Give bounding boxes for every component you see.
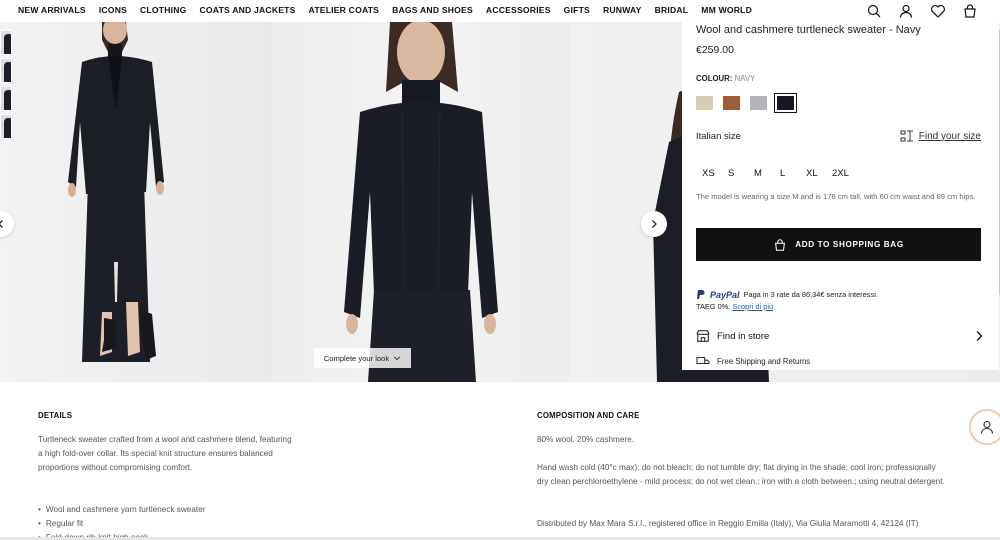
distributor-info: Distributed by Max Mara S.r.l., register…: [537, 519, 919, 528]
complete-look-label: Complete your look: [323, 353, 390, 363]
care-instructions: Hand wash cold (40°c max); do not bleach…: [537, 463, 945, 486]
paypal-logo-icon: [697, 290, 705, 299]
swatch-navy[interactable]: [774, 93, 797, 113]
chevron-right-icon: [976, 331, 983, 341]
nav-gifts[interactable]: GIFTS: [564, 5, 590, 15]
nav-mm-world[interactable]: MM WORLD: [701, 5, 752, 15]
size-label: Italian size: [696, 131, 741, 142]
thumbnail-1[interactable]: [0, 30, 12, 55]
find-in-store-row[interactable]: Find in store: [696, 326, 984, 346]
size-option-2xl[interactable]: 2XL: [832, 168, 858, 179]
shopping-bag-icon: [775, 238, 786, 251]
paypal-text: Paga in 3 rate da 86,34€ senza interessi…: [743, 290, 878, 299]
colour-value: NAVY: [734, 74, 756, 83]
add-to-bag-button[interactable]: ADD TO SHOPPING BAG: [696, 228, 981, 261]
colour-label-row: COLOUR: NAVY: [696, 74, 755, 83]
wishlist-heart-icon[interactable]: [930, 3, 946, 19]
model-in-turtleneck-image: [344, 22, 498, 382]
free-shipping-row[interactable]: Free Shipping and Returns: [696, 355, 810, 367]
chevron-right-icon: [652, 220, 657, 228]
nav-coats-and-jackets[interactable]: COATS AND JACKETS: [200, 5, 296, 15]
add-to-bag-label: ADD TO SHOPPING BAG: [795, 240, 904, 249]
nav-new-arrivals[interactable]: NEW ARRIVALS: [18, 5, 86, 15]
paypal-logo: PayPal: [710, 289, 740, 300]
virtual-assistant-button[interactable]: [969, 409, 1000, 445]
size-option-xs[interactable]: XS: [702, 168, 728, 179]
account-icon[interactable]: [898, 3, 914, 19]
model-in-blazer-image: [68, 22, 164, 362]
nav-icons[interactable]: ICONS: [99, 5, 127, 15]
thumbnail-2[interactable]: [0, 58, 12, 83]
swatch-beige[interactable]: [696, 96, 713, 110]
size-option-m[interactable]: M: [754, 168, 780, 179]
product-details-section: DETAILS Turtleneck sweater crafted from …: [0, 382, 1000, 540]
find-in-store-label: Find in store: [717, 330, 770, 342]
chevron-down-icon: [394, 356, 401, 361]
composition-title: COMPOSITION AND CARE: [537, 411, 640, 420]
free-shipping-label: Free Shipping and Returns: [717, 356, 811, 366]
thumbnail-strip: [0, 30, 14, 142]
search-icon[interactable]: [866, 3, 882, 19]
product-price: €259.00: [696, 44, 734, 56]
paypal-installments: PayPal Paga in 3 rate da 86,34€ senza in…: [696, 289, 878, 300]
complete-your-look-button[interactable]: Complete your look: [314, 348, 411, 368]
swatch-camel[interactable]: [723, 96, 740, 110]
assistant-person-icon: [980, 420, 994, 434]
main-menu: NEW ARRIVALS ICONS CLOTHING COATS AND JA…: [18, 5, 752, 15]
find-your-size-link[interactable]: Find your size: [899, 129, 981, 143]
thumbnail-3[interactable]: [0, 86, 12, 111]
delivery-truck-icon: [696, 357, 710, 365]
store-icon: [696, 330, 710, 342]
header-actions: [866, 3, 978, 19]
nav-bags-and-shoes[interactable]: BAGS AND SHOES: [392, 5, 473, 15]
gallery-next-arrow[interactable]: [641, 211, 667, 237]
chevron-left-icon: [0, 220, 3, 228]
product-title: Wool and cashmere turtleneck sweater - N…: [696, 24, 921, 36]
nav-atelier-coats[interactable]: ATELIER COATS: [309, 5, 380, 15]
size-option-s[interactable]: S: [728, 168, 754, 179]
taeg-text: TAEG 0%.: [696, 302, 731, 311]
nav-clothing[interactable]: CLOTHING: [140, 5, 186, 15]
size-option-l[interactable]: L: [780, 168, 806, 179]
composition-material: 80% wool, 20% cashmere.: [537, 435, 634, 444]
shopping-bag-icon[interactable]: [962, 3, 978, 19]
size-guide-icon: [900, 130, 913, 142]
find-your-size-label: Find your size: [918, 130, 981, 142]
size-selector: XS S M L XL 2XL: [702, 168, 858, 179]
product-info-panel: Wool and cashmere turtleneck sweater - N…: [682, 22, 999, 370]
nav-accessories[interactable]: ACCESSORIES: [486, 5, 551, 15]
colour-label: COLOUR:: [696, 74, 733, 83]
product-image-sweater: [272, 22, 569, 382]
details-text: Turtleneck sweater crafted from a wool a…: [38, 435, 292, 472]
details-bullet: Regular fit: [38, 517, 205, 531]
nav-bridal[interactable]: BRIDAL: [655, 5, 689, 15]
taeg-row: TAEG 0%. Scopri di più: [696, 302, 773, 311]
nav-runway[interactable]: RUNWAY: [603, 5, 642, 15]
thumbnail-4[interactable]: [0, 114, 12, 139]
details-bullet: Wool and cashmere yarn turtleneck sweate…: [38, 503, 206, 517]
details-bullet-list: Wool and cashmere yarn turtleneck sweate…: [38, 503, 206, 540]
swatch-grey[interactable]: [750, 96, 767, 110]
details-title: DETAILS: [38, 411, 73, 420]
model-size-info: The model is wearing a size M and is 178…: [696, 192, 976, 201]
top-navigation: NEW ARRIVALS ICONS CLOTHING COATS AND JA…: [0, 0, 1000, 22]
colour-swatches: [696, 93, 797, 113]
size-option-xl[interactable]: XL: [806, 168, 832, 179]
discover-more-link[interactable]: Scopri di più: [732, 302, 773, 311]
product-image-full-look: [0, 22, 272, 382]
